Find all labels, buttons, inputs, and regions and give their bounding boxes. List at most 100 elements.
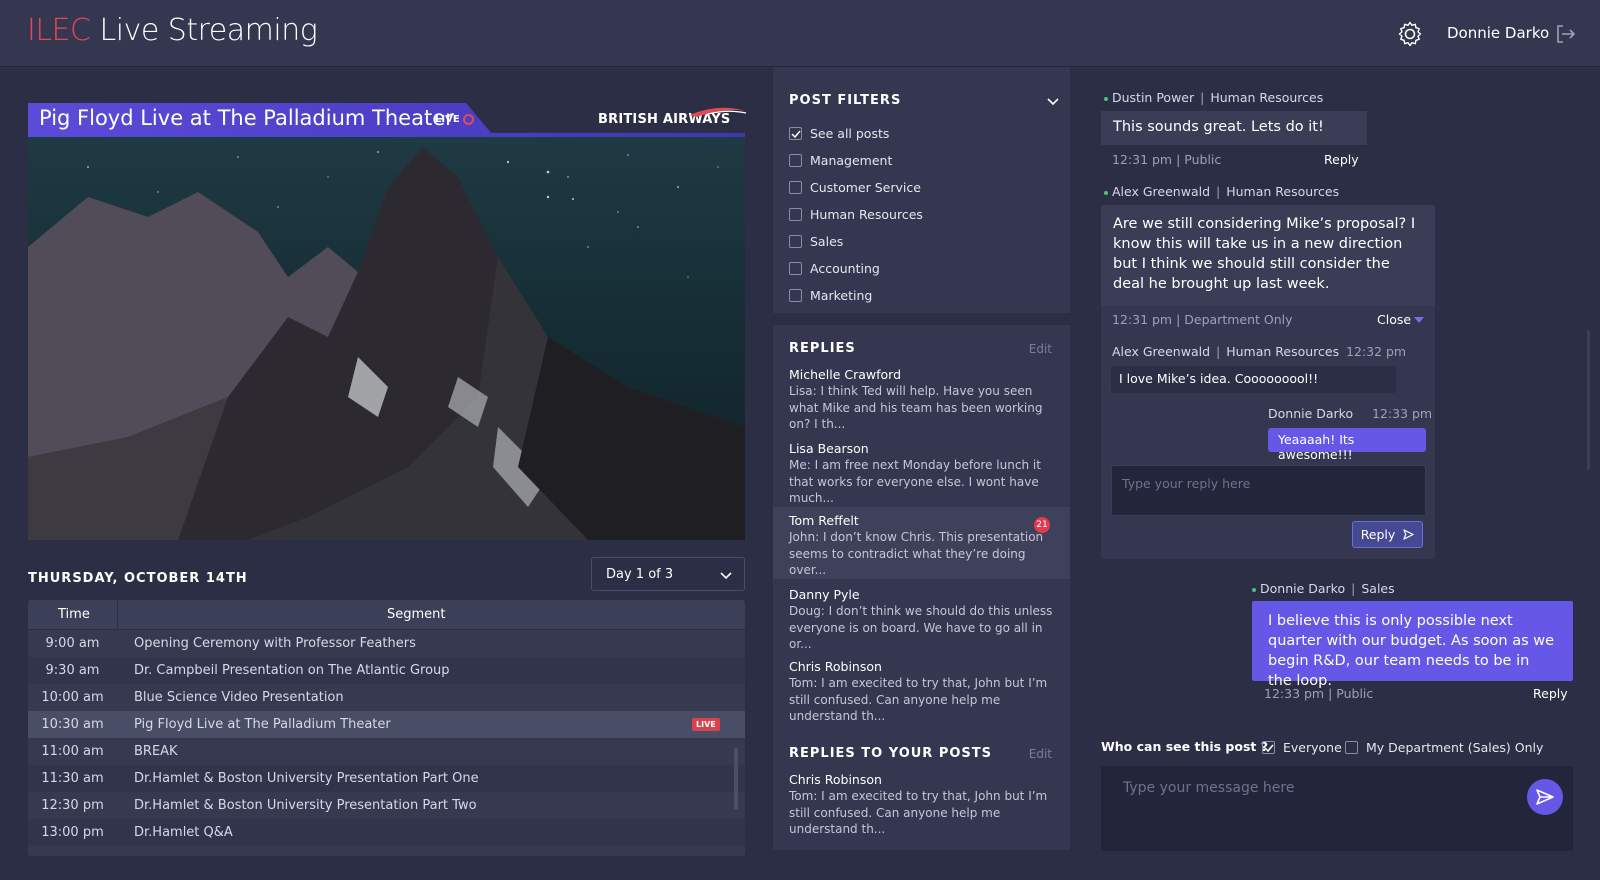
schedule-table: Time Segment 9:00 am Opening Ceremony wi…: [28, 600, 745, 856]
online-status-icon: [1252, 587, 1256, 592]
mountain-scene-image: [28, 147, 745, 540]
checkbox-checked[interactable]: [789, 127, 802, 140]
day-select-dropdown[interactable]: Day 1 of 3: [591, 557, 745, 591]
list-item-highlighted[interactable]: Tom Reffelt John: I don’t know Chris. Th…: [773, 507, 1070, 579]
reply-preview: Lisa: I think Ted will help. Have you se…: [789, 384, 1043, 431]
thread-reply-department: Human Resources: [1226, 344, 1340, 359]
filters-column: POST FILTERS See all posts Management Cu…: [773, 67, 1073, 880]
row-segment: Dr. Campbeil Presentation on The Atlanti…: [134, 663, 450, 678]
list-item[interactable]: Chris Robinson Tom: I am execited to try…: [773, 653, 1070, 725]
table-row[interactable]: 9:00 am Opening Ceremony with Professor …: [28, 630, 745, 657]
caret-down-icon[interactable]: [1414, 317, 1424, 323]
chevron-down-icon: [720, 572, 732, 580]
user-name[interactable]: Donnie Darko: [1447, 24, 1549, 42]
chevron-down-icon[interactable]: [1046, 94, 1060, 108]
message-author: Dustin Power: [1112, 90, 1195, 105]
message-input[interactable]: [1101, 766, 1573, 851]
checkbox[interactable]: [789, 208, 802, 221]
table-row-active[interactable]: 10:30 am Pig Floyd Live at The Palladium…: [28, 711, 745, 738]
reply-link[interactable]: Reply: [1324, 152, 1359, 167]
table-row[interactable]: 11:00 am BREAK: [28, 738, 745, 765]
message-department: Human Resources: [1226, 184, 1340, 199]
list-item[interactable]: Chris Robinson Tom: I am execited to try…: [773, 766, 1070, 838]
replies-panel: REPLIES Edit Michelle Crawford Lisa: I t…: [773, 325, 1070, 739]
table-row[interactable]: 9:30 am Dr. Campbeil Presentation on The…: [28, 657, 745, 684]
row-time: 10:30 am: [41, 717, 104, 732]
thread-reply-text: I love Mike’s idea. Cooooooool!!: [1119, 371, 1319, 386]
filter-label: Customer Service: [810, 180, 921, 195]
filter-label: Human Resources: [810, 207, 923, 222]
brand-prefix: ILEC: [27, 13, 91, 48]
replies-to-posts-edit-link[interactable]: Edit: [1029, 747, 1052, 761]
gear-icon[interactable]: [1396, 20, 1424, 48]
list-item[interactable]: Lisa Bearson Me: I am free next Monday b…: [773, 435, 1070, 507]
filter-label: Accounting: [810, 261, 880, 276]
message-department: Sales: [1361, 581, 1395, 596]
unread-count-badge: 21: [1034, 517, 1050, 533]
message-meta: Dustin Power | Human Resources: [1104, 90, 1323, 105]
own-message-bubble: I believe this is only possible next qua…: [1252, 601, 1573, 689]
visibility-label: Who can see this post ?: [1101, 739, 1268, 754]
reply-button-label: Reply: [1360, 527, 1396, 542]
list-item[interactable]: Michelle Crawford Lisa: I think Ted will…: [773, 361, 1070, 433]
message-footer: 12:31 pm | Public: [1112, 152, 1222, 167]
reply-author: Tom Reffelt: [789, 513, 859, 528]
post-filters-panel: POST FILTERS See all posts Management Cu…: [773, 67, 1070, 313]
post-filters-title: POST FILTERS: [789, 93, 902, 108]
send-icon: [1403, 529, 1414, 540]
checkbox[interactable]: [789, 289, 802, 302]
message-meta: Donnie Darko | Sales: [1252, 581, 1395, 596]
row-segment: Dr.Hamlet & Boston University Presentati…: [134, 798, 477, 813]
message-author: Alex Greenwald: [1112, 184, 1211, 199]
row-segment: Blue Science Video Presentation: [134, 690, 344, 705]
close-thread-link[interactable]: Close: [1377, 312, 1411, 327]
table-row[interactable]: 13:00 pm Dr.Hamlet Q&A: [28, 819, 745, 846]
video-title: Pig Floyd Live at The Palladium Theater: [39, 106, 454, 130]
send-button[interactable]: [1527, 779, 1563, 815]
column-divider: [117, 600, 118, 630]
filter-label: Marketing: [810, 288, 873, 303]
checkbox-checked[interactable]: [1262, 741, 1275, 754]
thread-reply-time: 12:33 pm: [1372, 406, 1433, 421]
reply-author: Chris Robinson: [789, 772, 882, 787]
table-row[interactable]: 12:30 pm Dr.Hamlet & Boston University P…: [28, 792, 745, 819]
replies-title: REPLIES: [789, 341, 856, 356]
app-title: ILEC Live Streaming: [27, 13, 318, 48]
reply-author: Michelle Crawford: [789, 367, 902, 382]
thread-reply-input[interactable]: [1111, 465, 1426, 516]
message-bubble: This sounds great. Lets do it!: [1101, 111, 1367, 145]
online-status-icon: [1104, 190, 1108, 195]
message-footer: 12:33 pm | Public: [1264, 686, 1374, 701]
row-time: 12:30 pm: [41, 798, 104, 813]
checkbox[interactable]: [789, 181, 802, 194]
checkbox[interactable]: [789, 235, 802, 248]
row-time: 11:00 am: [41, 744, 104, 759]
day-select-value: Day 1 of 3: [606, 567, 674, 582]
chat-scrollbar[interactable]: [1587, 330, 1590, 470]
reply-preview: Tom: I am execited to try that, John but…: [789, 789, 1048, 836]
thread-reply-button[interactable]: Reply: [1352, 521, 1423, 548]
video-frame[interactable]: [28, 137, 745, 540]
table-row[interactable]: 10:00 am Blue Science Video Presentation: [28, 684, 745, 711]
reply-preview: Me: I am free next Monday before lunch i…: [789, 458, 1041, 505]
live-indicator-icon: [463, 114, 474, 125]
checkbox[interactable]: [789, 262, 802, 275]
reply-link[interactable]: Reply: [1533, 686, 1568, 701]
filter-label: Sales: [810, 234, 844, 249]
replies-edit-link[interactable]: Edit: [1029, 342, 1052, 356]
table-row[interactable]: 11:30 am Dr.Hamlet & Boston University P…: [28, 765, 745, 792]
checkbox[interactable]: [1345, 741, 1358, 754]
video-player[interactable]: Pig Floyd Live at The Palladium Theater …: [28, 103, 747, 540]
filter-label: See all posts: [810, 126, 890, 141]
replies-to-posts-title: REPLIES TO YOUR POSTS: [789, 746, 993, 761]
logout-icon[interactable]: [1553, 22, 1577, 46]
thread-own-reply-text: Yeaaaah! Its awesome!!!: [1278, 432, 1355, 462]
column-header-time: Time: [58, 607, 90, 622]
list-item[interactable]: Danny Pyle Doug: I don’t think we should…: [773, 581, 1070, 653]
reply-preview: John: I don’t know Chris. This presentat…: [789, 530, 1044, 577]
sponsor-swoosh-icon: [690, 107, 747, 117]
schedule-scrollbar[interactable]: [734, 748, 738, 810]
row-segment: BREAK: [134, 744, 178, 759]
replies-to-your-posts-panel: REPLIES TO YOUR POSTS Edit Chris Robinso…: [773, 730, 1070, 850]
checkbox[interactable]: [789, 154, 802, 167]
